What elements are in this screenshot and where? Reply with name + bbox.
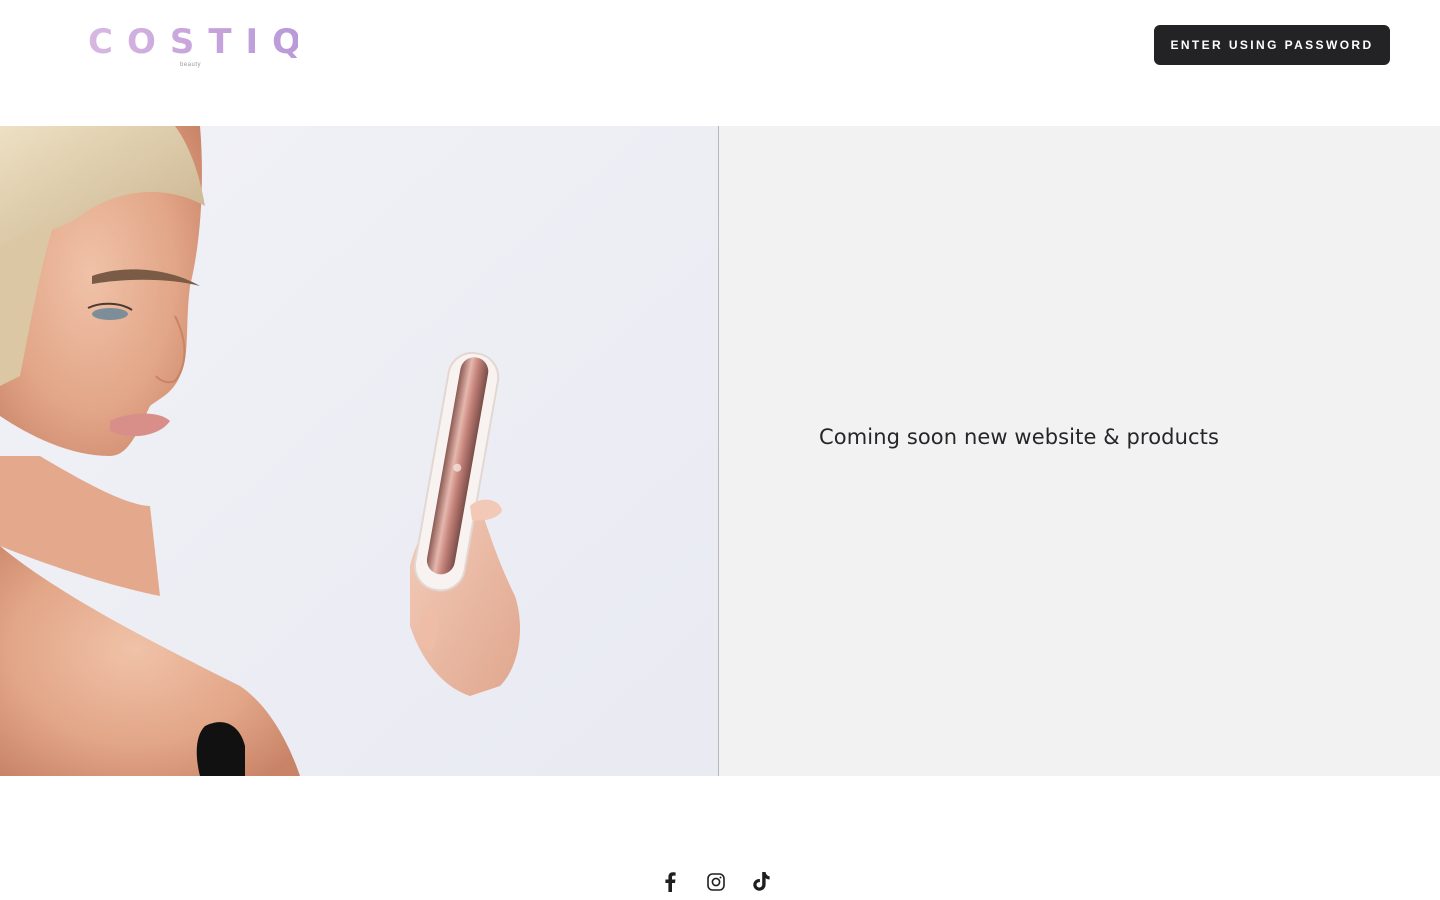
brand-logo[interactable]: COSTIQ beauty	[88, 22, 316, 74]
hero-message-panel: Coming soon new website & products	[719, 126, 1440, 776]
facebook-link[interactable]	[658, 870, 682, 894]
site-header: COSTIQ beauty ENTER USING PASSWORD	[0, 0, 1440, 126]
tiktok-icon	[753, 872, 770, 891]
facebook-icon	[665, 872, 676, 892]
instagram-link[interactable]	[704, 870, 728, 894]
instagram-icon	[707, 873, 725, 891]
coming-soon-text: Coming soon new website & products	[819, 425, 1220, 449]
site-footer	[0, 776, 1440, 900]
social-links	[658, 870, 774, 894]
hero-image	[0, 126, 719, 776]
enter-using-password-button[interactable]: ENTER USING PASSWORD	[1154, 25, 1390, 65]
logo-subtext: beauty	[180, 62, 202, 68]
tiktok-link[interactable]	[750, 870, 774, 894]
logo-wordmark: COSTIQ	[88, 22, 316, 62]
hero-section: Coming soon new website & products	[0, 126, 1440, 776]
